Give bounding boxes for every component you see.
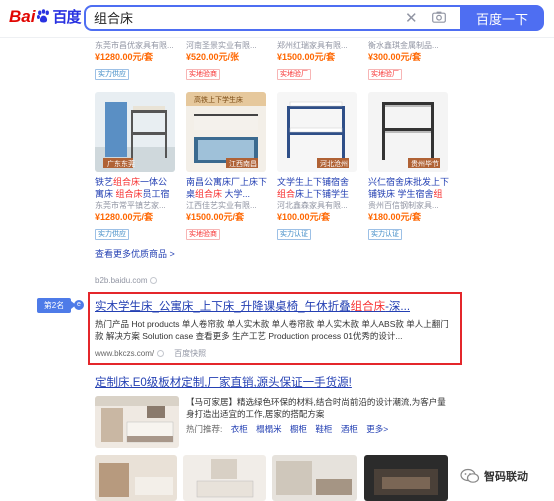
product-image[interactable]: 广东东莞 xyxy=(95,92,175,172)
result-description: 【马可家居】精选绿色环保的材料,结合时尚前沿的设计潮流,为客户量身打造出适宜的工… xyxy=(186,397,446,419)
product-seller: 东莞市常平镇艺家... xyxy=(95,201,166,210)
paw-icon xyxy=(37,9,50,23)
product-seller: 郑州红瑞家具有限... xyxy=(277,41,348,50)
product-card-3[interactable]: 文学生上下铺宿舍组合床上下铺学生床宿舍... 河北鑫森家具有限... ¥100.… xyxy=(277,176,358,241)
product-tag: 实地验厂 xyxy=(368,69,402,80)
result-title[interactable]: 定制床,E0级板材定制,厂家直销,源头保证一手货源! xyxy=(95,374,352,390)
wechat-icon xyxy=(460,468,480,483)
product-card-4[interactable]: 兴仁宿舍床批发上下铺铁床 学生宿舍组合... 贵州百信钢制家具... ¥180.… xyxy=(368,176,449,241)
header-bar: Bai 百度 ✕ 百度一下 xyxy=(0,0,554,38)
product-top-3[interactable]: 郑州红瑞家具有限... ¥1500.00元/套 实地验厂 xyxy=(277,40,358,81)
image-location-label: 贵州毕节 xyxy=(411,159,439,168)
logo-text-bai: Bai xyxy=(9,6,36,26)
product-tag: 实力认证 xyxy=(368,229,402,240)
product-seller: 江西佳艺实业有限... xyxy=(186,201,257,210)
product-price: ¥520.00元/张 xyxy=(186,52,240,62)
hot-link[interactable]: 酒柜 xyxy=(341,424,358,434)
shopping-card: 东莞市昌优家具有限... ¥1280.00元/套 实力供应 河南圣景实业有限..… xyxy=(83,38,459,268)
product-card-2[interactable]: 南昌公寓床厂上床下桌组合床 大学... 江西佳艺实业有限... ¥1500.00… xyxy=(186,176,267,241)
thumbnail-image[interactable] xyxy=(95,455,177,501)
product-price: ¥1280.00元/套 xyxy=(95,52,154,62)
search-box[interactable]: ✕ xyxy=(84,5,460,31)
image-location-label: 河北沧州 xyxy=(320,159,348,168)
result-title[interactable]: 实木学生床_公寓床_上下床_升降课桌椅_午休折叠组合床-深... xyxy=(95,298,410,314)
search-button[interactable]: 百度一下 xyxy=(460,5,544,31)
product-title[interactable]: 南昌公寓床厂上床下桌组合床 大学... xyxy=(186,176,267,200)
watermark: 智码联动 xyxy=(460,468,528,484)
product-price: ¥1280.00元/套 xyxy=(95,212,154,222)
product-tag: 实地验厂 xyxy=(277,69,311,80)
product-image[interactable]: 贵州毕节 xyxy=(368,92,448,172)
product-top-1[interactable]: 东莞市昌优家具有限... ¥1280.00元/套 实力供应 xyxy=(95,40,176,81)
info-icon[interactable] xyxy=(157,350,165,358)
product-price: ¥1500.00元/套 xyxy=(277,52,336,62)
thumbnail-image[interactable] xyxy=(364,455,448,501)
product-title[interactable]: 铁艺组合床一体公寓床 组合床员工宿舍 xyxy=(95,176,176,200)
result-description: 热门产品 Hot products 单人卷帘款 单人实木款 单人卷帘款 单人实木… xyxy=(95,319,449,341)
baidu-logo[interactable]: Bai 百度 xyxy=(9,6,81,27)
product-top-2[interactable]: 河南圣景实业有限... ¥520.00元/张 实地验商 xyxy=(186,40,267,81)
hot-link[interactable]: 衣柜 xyxy=(231,424,248,434)
product-seller: 贵州百信钢制家具... xyxy=(368,201,439,210)
camera-icon[interactable] xyxy=(432,11,446,23)
product-image[interactable]: 河北沧州 xyxy=(277,92,357,172)
product-tag: 实地验商 xyxy=(186,69,220,80)
product-tag: 实力供应 xyxy=(95,69,129,80)
image-location-label: 广东东莞 xyxy=(107,159,135,168)
hot-link[interactable]: 橱柜 xyxy=(290,424,307,434)
product-price: ¥1500.00元/套 xyxy=(186,212,245,222)
product-seller: 河南圣景实业有限... xyxy=(186,41,257,50)
product-tag: 实力供应 xyxy=(95,229,129,240)
hot-recommend: 热门推荐: 衣柜 榻榻米 橱柜 鞋柜 酒柜 更多> xyxy=(186,423,388,435)
image-location-label: 江西南昌 xyxy=(229,159,257,168)
product-title[interactable]: 文学生上下铺宿舍组合床上下铺学生床宿舍... xyxy=(277,176,358,200)
more-products-link[interactable]: 查看更多优质商品 > xyxy=(95,247,175,260)
product-card-1[interactable]: 铁艺组合床一体公寓床 组合床员工宿舍 东莞市常平镇艺家... ¥1280.00元… xyxy=(95,176,176,241)
product-top-4[interactable]: 衡水鑫琪金属制品... ¥300.00元/套 实地验厂 xyxy=(368,40,449,81)
hot-label: 热门推荐: xyxy=(186,424,223,434)
product-seller: 东莞市昌优家具有限... xyxy=(95,41,174,50)
product-image[interactable]: 高铁上下学生床 江西南昌 xyxy=(186,92,266,172)
image-banner: 高铁上下学生床 xyxy=(194,95,243,104)
product-seller: 衡水鑫琪金属制品... xyxy=(368,41,439,50)
logo-text-cn: 百度 xyxy=(52,9,81,26)
product-seller: 河北鑫森家具有限... xyxy=(277,201,348,210)
product-price: ¥300.00元/套 xyxy=(368,52,422,62)
rank-e-icon: e xyxy=(74,300,84,310)
snapshot-link[interactable]: 百度快照 xyxy=(174,349,206,358)
product-tag: 实地验商 xyxy=(186,229,220,240)
hot-link[interactable]: 榻榻米 xyxy=(256,424,282,434)
result-source: b2b.baidu.com xyxy=(95,276,158,285)
hot-link[interactable]: 鞋柜 xyxy=(315,424,332,434)
product-title[interactable]: 兴仁宿舍床批发上下铺铁床 学生宿舍组合... xyxy=(368,176,449,200)
rank-badge: 第2名 xyxy=(37,298,76,313)
result-image[interactable] xyxy=(95,396,179,448)
result-url: www.bkczs.com/百度快照 xyxy=(95,349,207,358)
info-icon[interactable] xyxy=(150,277,158,285)
thumbnail-image[interactable] xyxy=(183,455,266,501)
search-input[interactable] xyxy=(94,10,394,25)
product-tag: 实力认证 xyxy=(277,229,311,240)
thumbnail-image[interactable] xyxy=(272,455,357,501)
clear-icon[interactable]: ✕ xyxy=(405,9,418,27)
product-price: ¥100.00元/套 xyxy=(277,212,331,222)
product-price: ¥180.00元/套 xyxy=(368,212,422,222)
hot-link[interactable]: 更多> xyxy=(366,424,388,434)
watermark-text: 智码联动 xyxy=(484,471,528,483)
